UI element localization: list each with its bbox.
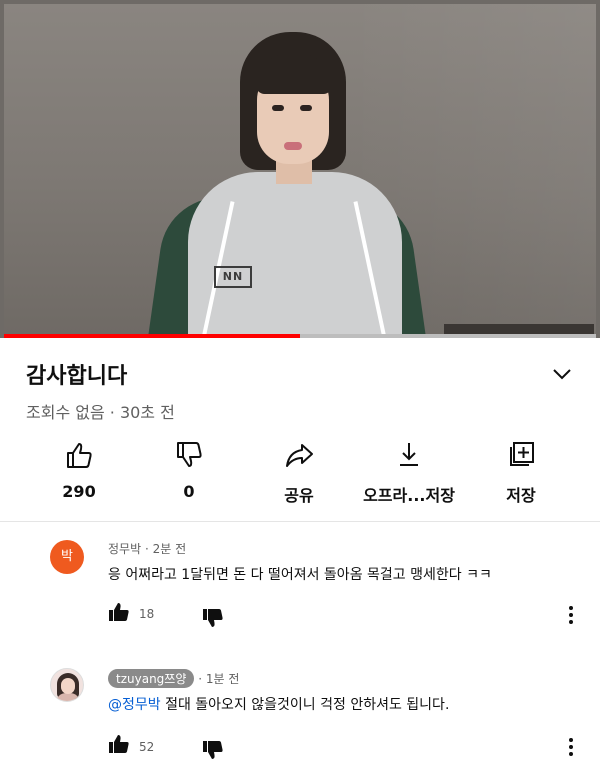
thumbs-down-icon <box>177 442 202 467</box>
comment-text: @정무박 절대 돌아오지 않을것이니 걱정 안하셔도 됩니다. <box>108 694 449 714</box>
creator-badge[interactable]: tzuyang쯔양 <box>108 669 195 688</box>
video-player[interactable]: NN <box>0 0 600 338</box>
comment-like-count: 52 <box>139 740 155 754</box>
share-label: 공유 <box>284 486 314 505</box>
save-label: 저장 <box>506 486 536 505</box>
sweater-logo: NN <box>214 266 252 288</box>
like-button[interactable]: 290 <box>24 440 134 501</box>
thumbs-up-icon <box>67 443 92 468</box>
progress-bar[interactable] <box>4 334 596 338</box>
video-meta: 조회수 없음 · 30초 전 <box>26 403 175 422</box>
comment-time: · 2분 전 <box>144 542 187 556</box>
comment-header: tzuyang쯔양 · 1분 전 <box>108 669 239 688</box>
desk <box>444 324 594 334</box>
chevron-down-icon[interactable] <box>548 360 576 388</box>
comment-time: · 1분 전 <box>198 672 240 686</box>
dislike-count: 0 <box>183 482 195 501</box>
share-button[interactable]: 공유 <box>244 440 354 506</box>
video-frame: NN <box>4 4 596 334</box>
comment-author[interactable]: 정무박 <box>108 542 141 556</box>
save-button[interactable]: 저장 <box>466 440 576 506</box>
like-count: 290 <box>62 482 96 501</box>
dislike-button[interactable]: 0 <box>134 440 244 501</box>
comment-like-icon[interactable] <box>108 601 130 623</box>
comment-dislike-icon[interactable] <box>202 739 224 761</box>
video-title: 감사합니다 <box>26 364 128 389</box>
share-icon <box>286 444 313 467</box>
add-to-playlist-icon <box>510 442 534 466</box>
divider <box>0 521 600 522</box>
more-options-icon[interactable] <box>568 737 574 757</box>
comment-mention[interactable]: @정무박 <box>108 697 161 713</box>
creator-avatar[interactable] <box>50 668 84 702</box>
download-button[interactable]: 오프라...저장 <box>354 440 464 506</box>
commenter-avatar[interactable]: 박 <box>50 540 84 574</box>
comment-body: 절대 돌아오지 않을것이니 걱정 안하셔도 됩니다. <box>160 697 450 713</box>
download-icon <box>400 443 418 466</box>
comment-header: 정무박 · 2분 전 <box>108 540 186 557</box>
comment-text: 응 어쩌라고 1달뒤면 돈 다 떨어져서 돌아옴 목걸고 맹세한다 ㅋㅋ <box>108 567 492 583</box>
comment-dislike-icon[interactable] <box>202 607 224 629</box>
download-label: 오프라...저장 <box>363 486 455 505</box>
more-options-icon[interactable] <box>568 605 574 625</box>
comment-like-icon[interactable] <box>108 733 130 755</box>
progress-fill <box>4 334 300 338</box>
comment-like-count: 18 <box>139 607 155 621</box>
